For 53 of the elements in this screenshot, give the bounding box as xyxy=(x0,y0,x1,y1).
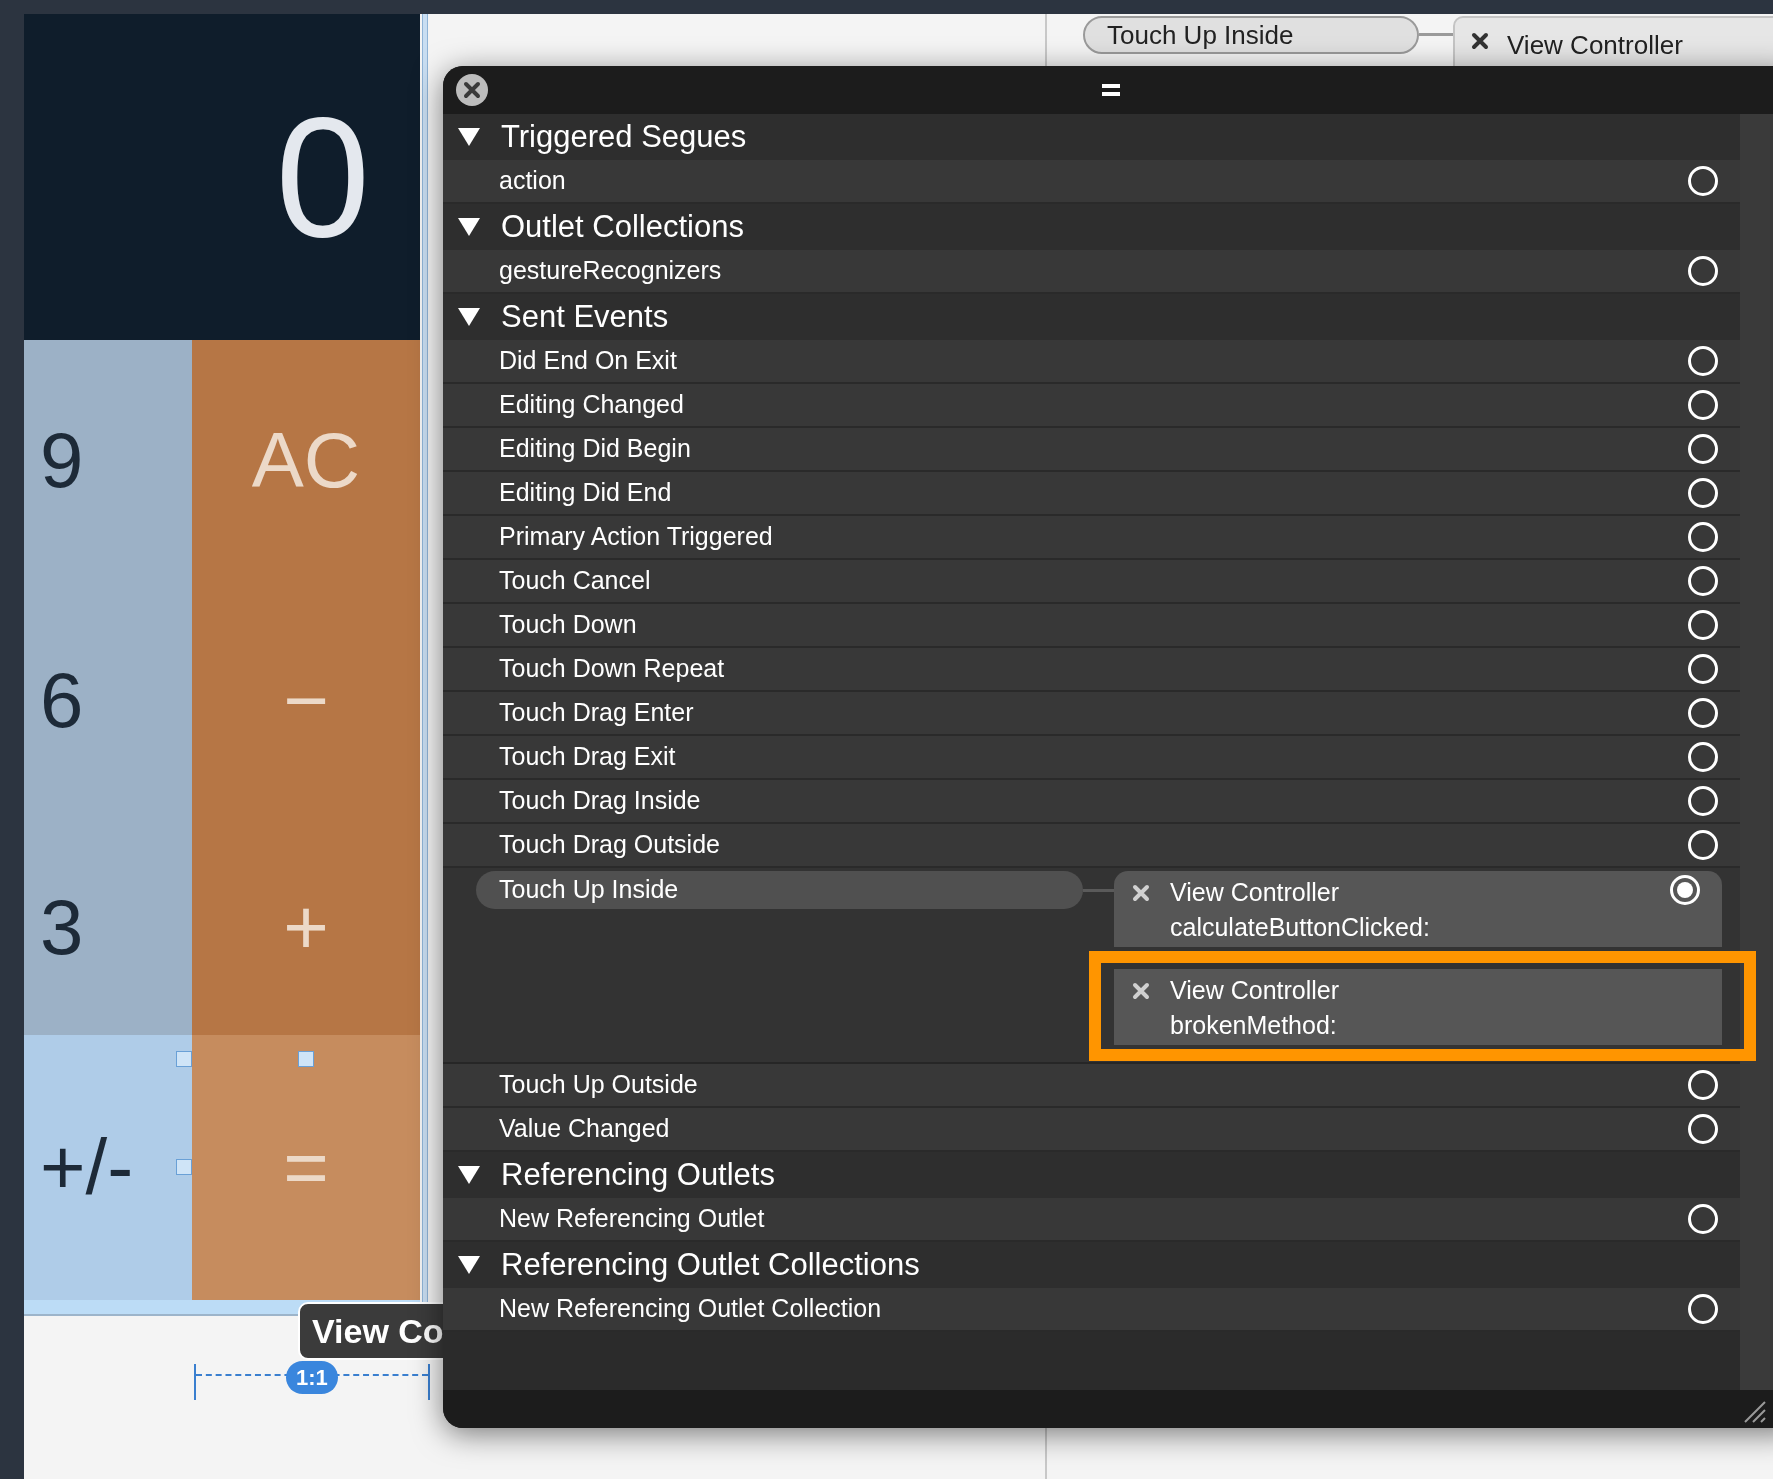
event-label: Touch Cancel xyxy=(499,565,652,597)
connection-box[interactable]: View Controller brokenMethod: xyxy=(1114,969,1722,1045)
connection-target: View Controller xyxy=(1170,877,1340,908)
event-label: Touch Down Repeat xyxy=(499,653,726,685)
event-label: Touch Down xyxy=(499,609,638,641)
connection-target: View Controller xyxy=(1507,29,1683,62)
event-label: Touch Drag Exit xyxy=(499,741,677,773)
event-label: Editing Did Begin xyxy=(499,433,692,465)
collapse-triangle-icon[interactable] xyxy=(457,1164,481,1186)
event-label: Touch Drag Outside xyxy=(499,829,721,861)
resize-handle[interactable] xyxy=(176,1051,192,1067)
event-label: Primary Action Triggered xyxy=(499,521,774,553)
event-label: Touch Drag Inside xyxy=(499,785,702,817)
collapse-triangle-icon[interactable] xyxy=(457,306,481,328)
collapse-triangle-icon[interactable] xyxy=(457,1254,481,1276)
calculator-key[interactable]: 6 xyxy=(24,580,192,820)
connector-line xyxy=(1419,33,1453,36)
connection-method: brokenMethod: xyxy=(1169,1010,1338,1041)
resize-grip-icon[interactable] xyxy=(1743,1400,1767,1424)
connection-method: calculateButtonClicked: xyxy=(1169,912,1431,943)
event-label: action xyxy=(499,165,567,197)
event-label: Editing Changed xyxy=(499,389,685,421)
event-label: Value Changed xyxy=(499,1113,671,1145)
drag-handle-icon[interactable] xyxy=(1102,84,1120,96)
scroll-track[interactable] xyxy=(1740,114,1773,1390)
resize-handle[interactable] xyxy=(298,1051,314,1067)
section-title: Referencing Outlets xyxy=(501,1155,775,1194)
section-title: Referencing Outlet Collections xyxy=(501,1245,920,1284)
calculator-key[interactable]: 9 xyxy=(24,340,192,580)
close-icon[interactable] xyxy=(1471,32,1489,50)
event-label: New Referencing Outlet Collection xyxy=(499,1293,883,1325)
event-pill[interactable]: Touch Up Inside xyxy=(1083,16,1419,54)
event-label: Touch Drag Enter xyxy=(499,697,695,729)
collapse-triangle-icon[interactable] xyxy=(457,216,481,238)
event-label: Editing Did End xyxy=(499,477,673,509)
event-label: New Referencing Outlet xyxy=(499,1203,766,1235)
event-pill[interactable]: Touch Up Inside xyxy=(476,871,1083,909)
section-title: Outlet Collections xyxy=(501,207,744,246)
event-label: Touch Up Outside xyxy=(499,1069,699,1101)
calculator-key[interactable]: 3 xyxy=(24,820,192,1035)
connector-line xyxy=(1083,889,1114,892)
section-title: Triggered Segues xyxy=(501,117,747,156)
section-title: Sent Events xyxy=(501,297,669,336)
connection-box[interactable]: View Controller calculateButtonClicked: xyxy=(1114,871,1722,947)
resize-handle[interactable] xyxy=(176,1159,192,1175)
width-constraint[interactable]: 1:1 xyxy=(194,1364,430,1400)
event-label: gestureRecognizers xyxy=(499,255,723,287)
collapse-triangle-icon[interactable] xyxy=(457,126,481,148)
event-label: Did End On Exit xyxy=(499,345,678,377)
connection-target: View Controller xyxy=(1170,975,1340,1006)
close-icon[interactable] xyxy=(455,73,489,107)
calculator-key[interactable]: +/- xyxy=(24,1035,192,1300)
display-value: 0 xyxy=(275,80,370,274)
